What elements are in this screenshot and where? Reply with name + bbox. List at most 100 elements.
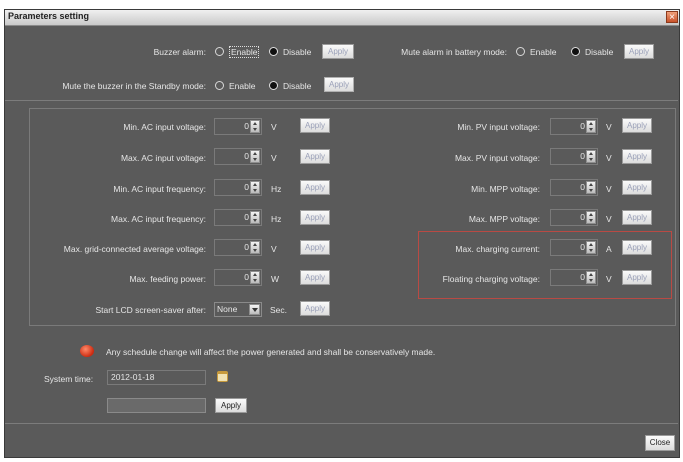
max-mpp-voltage-spinner[interactable]: 0 — [550, 209, 598, 226]
mute-battery-disable-radio[interactable] — [571, 47, 580, 56]
schedule-notice: Any schedule change will affect the powe… — [106, 347, 436, 357]
spinner-arrows-icon[interactable] — [250, 150, 260, 163]
window-title: Parameters setting — [8, 11, 90, 21]
min-ac-input-voltage-spinner[interactable]: 0 — [214, 118, 262, 135]
min-pv-input-voltage-apply-button[interactable]: Apply — [622, 118, 652, 133]
spinner-arrows-icon[interactable] — [586, 120, 596, 133]
buzzer-disable-radio[interactable] — [269, 47, 278, 56]
spinner-arrows-icon[interactable] — [250, 211, 260, 224]
buzzer-enable-label[interactable]: Enable — [229, 46, 260, 58]
floating-charging-voltage-apply-button[interactable]: Apply — [622, 270, 652, 285]
spinner-value: 0 — [244, 212, 249, 222]
unit: Sec. — [270, 305, 288, 315]
spinner-arrows-icon[interactable] — [586, 181, 596, 194]
unit: V — [606, 122, 612, 132]
buzzer-apply-button[interactable]: Apply — [322, 44, 354, 59]
max-ac-input-frequency-spinner[interactable]: 0 — [214, 209, 262, 226]
spinner-arrows-icon[interactable] — [586, 271, 596, 284]
min-mpp-voltage-apply-button[interactable]: Apply — [622, 180, 652, 195]
min-mpp-voltage-label: Min. MPP voltage: — [471, 184, 540, 194]
max-ac-input-frequency-label: Max. AC input frequency: — [111, 214, 206, 224]
spinner-value: 0 — [244, 242, 249, 252]
unit: Hz — [271, 214, 282, 224]
mute-battery-disable-label[interactable]: Disable — [585, 47, 613, 57]
unit: W — [271, 274, 280, 284]
max-pv-input-voltage-apply-button[interactable]: Apply — [622, 149, 652, 164]
mute-standby-enable-label[interactable]: Enable — [229, 81, 255, 91]
mute-battery-enable-label[interactable]: Enable — [530, 47, 556, 57]
mute-standby-disable-label[interactable]: Disable — [283, 81, 311, 91]
max-ac-input-voltage-apply-button[interactable]: Apply — [300, 149, 330, 164]
unit: V — [271, 153, 277, 163]
lcd-screen-saver-select[interactable]: None — [214, 302, 262, 317]
spinner-arrows-icon[interactable] — [586, 241, 596, 254]
system-time-label: System time: — [44, 374, 94, 384]
spinner-value: 0 — [580, 121, 585, 131]
close-icon[interactable]: × — [666, 11, 678, 23]
min-mpp-voltage-spinner[interactable]: 0 — [550, 179, 598, 196]
max-charging-current-apply-button[interactable]: Apply — [622, 240, 652, 255]
mute-battery-enable-radio[interactable] — [516, 47, 525, 56]
unit: V — [606, 274, 612, 284]
max-charging-current-label: Max. charging current: — [455, 244, 540, 254]
calendar-icon[interactable] — [217, 371, 228, 382]
max-mpp-voltage-label: Max. MPP voltage: — [468, 214, 540, 224]
spinner-value: 0 — [244, 151, 249, 161]
divider-top — [5, 100, 678, 101]
spinner-arrows-icon[interactable] — [586, 150, 596, 163]
spinner-value: 0 — [244, 182, 249, 192]
max-grid-avg-voltage-apply-button[interactable]: Apply — [300, 240, 330, 255]
spinner-value: 0 — [580, 182, 585, 192]
mute-standby-enable-radio[interactable] — [215, 81, 224, 90]
lcd-apply-button[interactable]: Apply — [300, 301, 330, 316]
max-ac-input-voltage-spinner[interactable]: 0 — [214, 148, 262, 165]
spinner-arrows-icon[interactable] — [586, 211, 596, 224]
divider-bottom — [5, 423, 678, 424]
spinner-arrows-icon[interactable] — [250, 241, 260, 254]
mute-battery-label: Mute alarm in battery mode: — [401, 47, 507, 57]
max-grid-avg-voltage-label: Max. grid-connected average voltage: — [63, 244, 206, 254]
floating-charging-voltage-spinner[interactable]: 0 — [550, 269, 598, 286]
max-ac-input-voltage-label: Max. AC input voltage: — [120, 153, 206, 163]
min-ac-input-voltage-label: Min. AC input voltage: — [123, 122, 206, 132]
title-bar: Parameters setting × — [5, 10, 679, 26]
floating-charging-voltage-label: Floating charging voltage: — [442, 274, 540, 284]
spinner-arrows-icon[interactable] — [250, 120, 260, 133]
min-ac-input-frequency-label: Min. AC input frequency: — [113, 184, 206, 194]
buzzer-enable-radio[interactable] — [215, 47, 224, 56]
chevron-down-icon[interactable] — [249, 304, 260, 315]
unit: Hz — [271, 184, 282, 194]
time-entry-field[interactable] — [107, 398, 206, 413]
unit: V — [606, 153, 612, 163]
max-feeding-power-spinner[interactable]: 0 — [214, 269, 262, 286]
lcd-screen-saver-label: Start LCD screen-saver after: — [95, 305, 206, 315]
spinner-arrows-icon[interactable] — [250, 271, 260, 284]
system-time-field[interactable]: 2012-01-18 — [107, 370, 206, 385]
max-ac-input-frequency-apply-button[interactable]: Apply — [300, 210, 330, 225]
mute-standby-label: Mute the buzzer in the Standby mode: — [62, 81, 206, 91]
buzzer-disable-label[interactable]: Disable — [283, 47, 311, 57]
spinner-value: 0 — [580, 151, 585, 161]
max-charging-current-spinner[interactable]: 0 — [550, 239, 598, 256]
close-button[interactable]: Close — [645, 435, 675, 451]
max-mpp-voltage-apply-button[interactable]: Apply — [622, 210, 652, 225]
max-pv-input-voltage-spinner[interactable]: 0 — [550, 148, 598, 165]
max-feeding-power-apply-button[interactable]: Apply — [300, 270, 330, 285]
max-pv-input-voltage-label: Max. PV input voltage: — [454, 153, 540, 163]
spinner-arrows-icon[interactable] — [250, 181, 260, 194]
spinner-value: 0 — [580, 272, 585, 282]
min-pv-input-voltage-spinner[interactable]: 0 — [550, 118, 598, 135]
mute-battery-apply-button[interactable]: Apply — [624, 44, 654, 59]
min-ac-input-voltage-apply-button[interactable]: Apply — [300, 118, 330, 133]
spinner-value: 0 — [244, 272, 249, 282]
max-grid-avg-voltage-spinner[interactable]: 0 — [214, 239, 262, 256]
mute-standby-disable-radio[interactable] — [269, 81, 278, 90]
buzzer-alarm-label: Buzzer alarm: — [153, 47, 206, 57]
min-ac-input-frequency-apply-button[interactable]: Apply — [300, 180, 330, 195]
unit: V — [606, 184, 612, 194]
system-time-apply-button[interactable]: Apply — [215, 398, 247, 413]
max-feeding-power-label: Max. feeding power: — [129, 274, 206, 284]
mute-standby-apply-button[interactable]: Apply — [324, 77, 354, 92]
min-ac-input-frequency-spinner[interactable]: 0 — [214, 179, 262, 196]
unit: A — [606, 244, 612, 254]
